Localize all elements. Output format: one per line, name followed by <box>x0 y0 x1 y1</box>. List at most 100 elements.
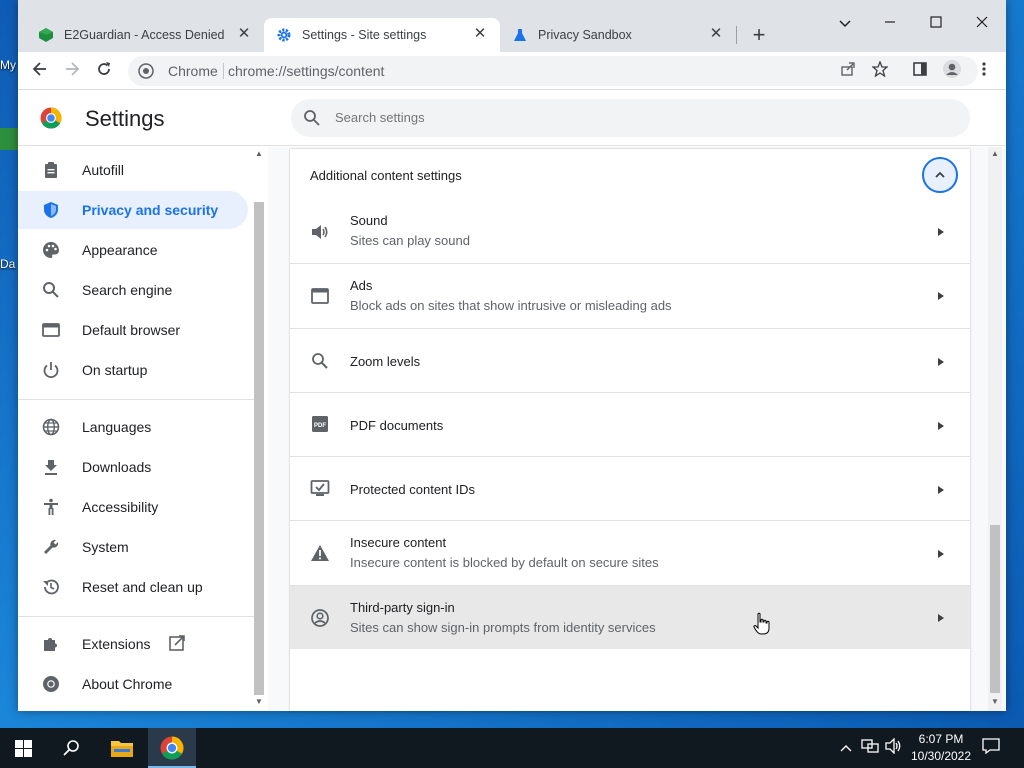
sidebar-item-label: Accessibility <box>82 499 159 515</box>
scroll-up-arrow-icon[interactable]: ▲ <box>991 149 999 158</box>
volume-icon[interactable] <box>884 737 904 758</box>
hand-cursor-icon <box>753 612 770 635</box>
row-third-party-sign-in[interactable]: Third-party sign-in Sites can show sign-… <box>290 585 970 649</box>
scrollbar-thumb[interactable] <box>990 525 1000 693</box>
close-tab-icon[interactable]: ✕ <box>472 26 488 42</box>
tab-privacy-sandbox[interactable]: Privacy Sandbox ✕ <box>500 18 736 52</box>
sidebar-item-reset-and-clean-up[interactable]: Reset and clean up <box>18 568 248 606</box>
settings-main: Additional content settings Sound Sites … <box>268 147 1006 711</box>
gear-icon <box>277 28 291 42</box>
side-panel-icon[interactable] <box>908 59 932 83</box>
tab-settings[interactable]: Settings - Site settings ✕ <box>264 18 500 52</box>
maximize-icon[interactable] <box>924 12 948 36</box>
row-title: Protected content IDs <box>350 482 476 497</box>
warning-icon <box>311 545 329 561</box>
scroll-down-arrow-icon[interactable]: ▼ <box>991 697 999 706</box>
sidebar-item-label: System <box>82 539 129 555</box>
row-protected-content-ids[interactable]: Protected content IDs <box>290 456 970 520</box>
row-insecure-content[interactable]: Insecure content Insecure content is blo… <box>290 520 970 585</box>
sidebar-divider <box>18 399 258 400</box>
chevron-up-icon <box>935 171 945 178</box>
tab-title: Settings - Site settings <box>302 28 427 42</box>
sidebar-item-label: Autofill <box>82 162 125 178</box>
reload-icon[interactable] <box>92 59 116 83</box>
sidebar-item-label: Default browser <box>82 322 181 338</box>
puzzle-icon <box>44 638 57 651</box>
e2guardian-favicon-icon <box>39 28 53 42</box>
external-link-icon <box>169 635 185 651</box>
share-icon[interactable] <box>838 61 858 81</box>
main-scrollbar[interactable]: ▲ ▼ <box>988 147 1002 711</box>
sidebar-item-label: Privacy and security <box>82 202 219 218</box>
notifications-icon[interactable] <box>981 738 1001 758</box>
sidebar-item-about-chrome[interactable]: About Chrome <box>18 665 248 703</box>
sidebar-item-label: Reset and clean up <box>82 579 203 595</box>
taskbar-clock[interactable]: 6:07 PM 10/30/2022 <box>908 731 974 765</box>
sidebar-item-extensions[interactable]: Extensions <box>18 625 248 663</box>
sidebar-item-on-startup[interactable]: On startup <box>18 351 248 389</box>
sidebar-item-appearance[interactable]: Appearance <box>18 231 248 269</box>
desktop-icon-label[interactable]: Da <box>0 257 15 271</box>
sidebar-scrollbar[interactable]: ▲ ▼ <box>254 147 264 711</box>
desktop-icon-label[interactable]: My <box>0 58 16 72</box>
speaker-icon <box>312 225 328 239</box>
download-icon <box>45 460 57 475</box>
search-box[interactable] <box>291 99 970 137</box>
protected-content-icon <box>310 480 330 496</box>
menu-kebab-icon[interactable] <box>972 59 996 83</box>
taskbar-chrome[interactable] <box>148 728 196 768</box>
row-sound[interactable]: Sound Sites can play sound <box>290 201 970 263</box>
close-tab-icon[interactable]: ✕ <box>708 26 724 42</box>
scrollbar-thumb[interactable] <box>254 202 264 695</box>
minimize-icon[interactable] <box>878 12 902 36</box>
tab-search-icon[interactable] <box>833 12 857 36</box>
network-icon[interactable] <box>860 738 880 758</box>
sidebar-item-downloads[interactable]: Downloads <box>18 448 248 486</box>
chrome-icon <box>43 676 59 692</box>
clock-time: 6:07 PM <box>918 732 964 746</box>
arrow-right-icon <box>938 422 944 430</box>
row-pdf-documents[interactable]: PDF PDF documents <box>290 392 970 456</box>
site-label: Chrome <box>168 63 218 79</box>
tab-e2guardian[interactable]: E2Guardian - Access Denied ✕ <box>28 18 264 52</box>
collapse-button[interactable] <box>922 157 958 193</box>
forward-icon[interactable] <box>60 59 84 83</box>
sidebar-item-languages[interactable]: Languages <box>18 408 248 446</box>
wrench-icon <box>44 539 59 554</box>
new-tab-icon[interactable]: + <box>748 24 770 46</box>
tab-title: Privacy Sandbox <box>538 28 632 42</box>
bookmark-star-icon[interactable] <box>870 60 890 81</box>
close-window-icon[interactable] <box>970 12 994 36</box>
chevron-up-icon[interactable] <box>836 738 856 758</box>
search-input[interactable] <box>335 110 935 125</box>
section-title: Additional content settings <box>310 168 462 183</box>
scroll-up-arrow-icon[interactable]: ▲ <box>255 149 263 158</box>
close-tab-icon[interactable]: ✕ <box>236 26 252 42</box>
sidebar-divider <box>18 616 258 617</box>
taskbar-search-button[interactable] <box>48 728 96 768</box>
accessibility-icon <box>44 498 58 515</box>
sidebar-item-autofill[interactable]: Autofill <box>18 151 248 189</box>
zoom-icon <box>312 353 328 369</box>
taskbar-file-explorer[interactable] <box>98 728 146 768</box>
sidebar-item-accessibility[interactable]: Accessibility <box>18 488 248 526</box>
desktop-icon[interactable] <box>0 128 18 150</box>
arrow-right-icon <box>938 228 944 236</box>
profile-avatar-icon[interactable] <box>940 59 964 83</box>
back-icon[interactable] <box>28 59 52 83</box>
row-ads[interactable]: Ads Block ads on sites that show intrusi… <box>290 263 970 328</box>
row-zoom-levels[interactable]: Zoom levels <box>290 328 970 392</box>
url-text[interactable]: chrome://settings/content <box>228 63 384 79</box>
sidebar-item-default-browser[interactable]: Default browser <box>18 311 248 349</box>
address-bar[interactable]: Chrome chrome://settings/content <box>128 56 978 86</box>
search-icon <box>304 110 320 126</box>
sidebar-item-search-engine[interactable]: Search engine <box>18 271 248 309</box>
start-button[interactable] <box>0 728 48 768</box>
sidebar-item-label: On startup <box>82 362 148 378</box>
scroll-down-arrow-icon[interactable]: ▼ <box>255 697 263 706</box>
sidebar-item-system[interactable]: System <box>18 528 248 566</box>
search-icon <box>63 740 79 756</box>
section-header[interactable]: Additional content settings <box>290 149 970 201</box>
sidebar-item-privacy-and-security[interactable]: Privacy and security <box>18 191 248 229</box>
clipboard-icon <box>45 162 57 178</box>
